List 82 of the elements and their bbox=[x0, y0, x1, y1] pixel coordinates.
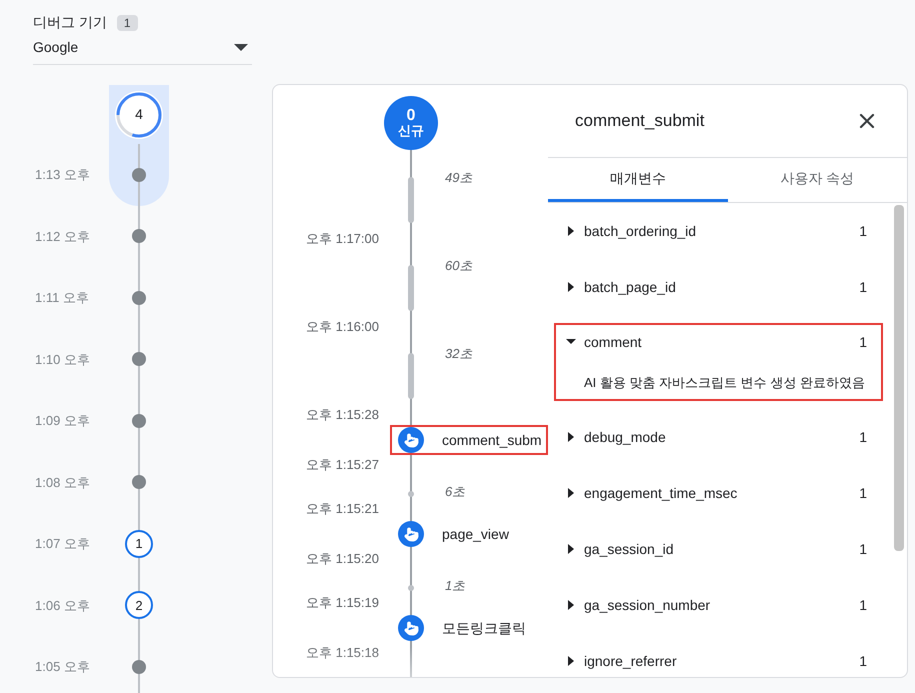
duration-label: 6초 bbox=[444, 483, 466, 501]
parameter-count: 1 bbox=[859, 540, 867, 558]
minute-label: 1:13 오후 bbox=[34, 166, 91, 184]
caret-right-icon[interactable] bbox=[566, 600, 576, 610]
duration-bar bbox=[408, 265, 414, 311]
minute-count[interactable]: 1 bbox=[125, 530, 153, 558]
duration-bar bbox=[408, 177, 414, 223]
caret-icon bbox=[234, 44, 248, 51]
event-count-ring[interactable]: 4 bbox=[115, 90, 163, 138]
new-users-count: 0 bbox=[406, 108, 416, 123]
parameter-count: 1 bbox=[859, 332, 867, 352]
minute-count[interactable]: 2 bbox=[125, 591, 153, 620]
event-item[interactable]: 모든링크클릭 bbox=[390, 613, 548, 643]
duration-label: 60초 bbox=[444, 257, 472, 275]
timestamp: 오후 1:17:00 bbox=[305, 230, 379, 248]
pointer-icon bbox=[398, 521, 424, 547]
parameter-row[interactable]: ga_session_id 1 bbox=[554, 521, 883, 577]
parameter-count: 1 bbox=[859, 652, 867, 670]
duration-label: 49초 bbox=[444, 169, 472, 187]
parameter-row[interactable]: debug_mode 1 bbox=[554, 409, 883, 465]
caret-down-icon[interactable] bbox=[566, 337, 576, 347]
parameter-row[interactable]: batch_ordering_id 1 bbox=[554, 203, 883, 259]
duration-label: 32초 bbox=[444, 345, 472, 363]
caret-right-icon[interactable] bbox=[566, 282, 576, 292]
parameter-count: 1 bbox=[859, 278, 867, 296]
panel-tab[interactable]: 사용자 속성 bbox=[728, 158, 907, 202]
minute-label: 1:05 오후 bbox=[34, 658, 91, 676]
parameter-row[interactable]: ignore_referrer 1 bbox=[554, 633, 883, 677]
caret-right-icon[interactable] bbox=[566, 544, 576, 554]
minute-label: 1:07 오후 bbox=[34, 535, 91, 553]
parameter-row[interactable]: ga_session_number 1 bbox=[554, 577, 883, 633]
pointer-icon bbox=[398, 615, 424, 641]
duration-bar bbox=[408, 585, 414, 591]
parameter-row[interactable]: engagement_time_msec 1 bbox=[554, 465, 883, 521]
minute-label: 1:06 오후 bbox=[34, 596, 91, 614]
parameter-count: 1 bbox=[859, 596, 867, 614]
panel-tab[interactable]: 매개변수 bbox=[548, 158, 728, 202]
duration-bar bbox=[408, 353, 414, 399]
parameter-name: batch_ordering_id bbox=[584, 222, 698, 241]
event-item[interactable]: comment_subm bbox=[390, 425, 548, 455]
timestamp: 오후 1:15:28 bbox=[305, 406, 379, 424]
timestamp: 오후 1:15:18 bbox=[305, 644, 379, 662]
parameter-name: ga_session_number bbox=[584, 596, 712, 615]
duration-bar bbox=[408, 491, 414, 497]
event-item[interactable]: page_view bbox=[390, 519, 548, 549]
minute-slot[interactable]: 2 bbox=[109, 574, 169, 636]
parameter-row[interactable]: batch_page_id 1 bbox=[554, 259, 883, 315]
timestamp: 오후 1:15:27 bbox=[305, 456, 379, 474]
caret-right-icon[interactable] bbox=[566, 656, 576, 666]
new-users-label: 신규 bbox=[398, 123, 424, 138]
caret-right-icon[interactable] bbox=[566, 226, 576, 236]
parameter-value: AI 활용 맞춤 자바스크립트 변수 생성 완료하였음 bbox=[584, 374, 865, 392]
panel-title: comment_submit bbox=[575, 110, 704, 132]
parameter-count: 1 bbox=[859, 484, 867, 502]
new-users-bubble[interactable]: 0 신규 bbox=[384, 96, 438, 150]
parameter-name: ga_session_id bbox=[584, 540, 675, 559]
timestamp: 오후 1:16:00 bbox=[305, 318, 379, 336]
parameter-name: comment bbox=[584, 332, 643, 352]
timestamp: 오후 1:15:20 bbox=[305, 550, 379, 568]
device-count: 1 bbox=[116, 14, 138, 30]
minute-label: 1:09 오후 bbox=[34, 412, 91, 430]
minute-label: 1:12 오후 bbox=[34, 228, 91, 246]
pointer-icon bbox=[398, 427, 424, 453]
parameter-count: 1 bbox=[859, 428, 867, 446]
parameter-count: 1 bbox=[859, 222, 867, 240]
timestamp: 오후 1:15:19 bbox=[305, 594, 379, 612]
parameter-name: ignore_referrer bbox=[584, 652, 678, 671]
parameter-name: batch_page_id bbox=[584, 278, 677, 297]
parameter-name: debug_mode bbox=[584, 428, 667, 447]
timestamp: 오후 1:15:21 bbox=[305, 500, 379, 518]
minute-label: 1:08 오후 bbox=[34, 474, 91, 492]
device-dropdown[interactable]: Google bbox=[33, 37, 252, 65]
minute-slot[interactable]: 1 bbox=[109, 513, 169, 574]
minute-label: 1:10 오후 bbox=[34, 350, 91, 368]
minute-label: 1:11 오후 bbox=[34, 289, 90, 307]
parameter-name: engagement_time_msec bbox=[584, 484, 738, 503]
highlighted-parameter[interactable]: comment 1 AI 활용 맞춤 자바스크립트 변수 생성 완료하였음 bbox=[554, 323, 883, 401]
scrollbar[interactable] bbox=[894, 205, 904, 551]
device-label: 디버그 기기 bbox=[33, 13, 107, 32]
caret-right-icon[interactable] bbox=[566, 488, 576, 498]
caret-right-icon[interactable] bbox=[566, 432, 576, 442]
duration-label: 1초 bbox=[444, 577, 466, 595]
